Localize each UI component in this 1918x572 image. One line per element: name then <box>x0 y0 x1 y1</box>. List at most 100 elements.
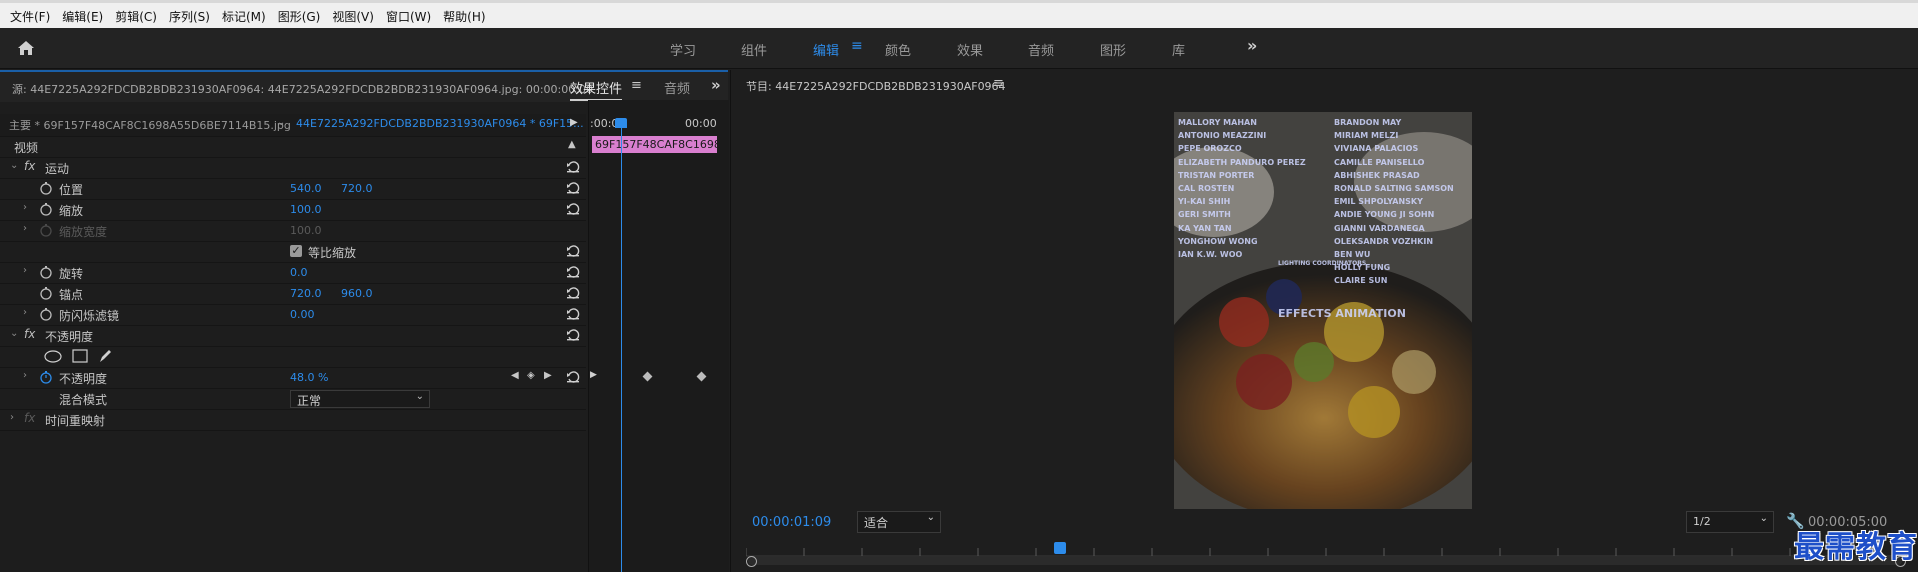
credit-name: CAMILLE PANISELLO <box>1334 157 1425 167</box>
menu-item[interactable]: 编辑(E) <box>56 8 109 25</box>
add-keyframe-icon[interactable]: ◈ <box>527 370 535 381</box>
position-x-value[interactable]: 540.0 <box>290 182 322 195</box>
anti-flicker-row: › 防闪烁滤镜 0.00 <box>0 304 586 326</box>
master-clip-label[interactable]: 主要 * 69F157F48CAF8C1698A55D6BE7114B15.jp… <box>9 117 291 133</box>
anchor-x-value[interactable]: 720.0 <box>290 287 322 300</box>
position-y-value[interactable]: 720.0 <box>341 182 373 195</box>
pen-mask-icon[interactable] <box>98 348 113 364</box>
tab-effect-controls[interactable]: 效果控件 <box>570 78 623 101</box>
chevron-down-icon[interactable]: ⌄ <box>277 117 285 128</box>
fx-icon[interactable]: fx <box>24 159 35 173</box>
fit-value: 适合 <box>864 516 889 530</box>
chevron-right-icon[interactable]: › <box>10 412 14 423</box>
reset-icon[interactable] <box>566 370 580 384</box>
keyframe-start-icon[interactable]: ▶ <box>590 370 597 380</box>
workspace-more-icon[interactable]: » <box>1247 36 1257 55</box>
stopwatch-icon[interactable] <box>39 202 53 216</box>
stopwatch-icon[interactable] <box>39 181 53 195</box>
workspace-tab-learn[interactable]: 学习 <box>670 40 696 59</box>
menu-item[interactable]: 序列(S) <box>163 8 216 25</box>
chevron-right-icon[interactable]: › <box>23 370 27 381</box>
opacity-value[interactable]: 48.0 % <box>290 371 328 384</box>
time-remap-label: 时间重映射 <box>45 414 106 428</box>
panel-more-icon[interactable]: » <box>711 76 721 94</box>
workspace-tab-color[interactable]: 颜色 <box>885 40 911 59</box>
menu-item[interactable]: 图形(G) <box>272 8 327 25</box>
blend-mode-row: 混合模式 正常 ⌄ <box>0 388 586 410</box>
stopwatch-icon <box>40 224 52 237</box>
reset-icon[interactable] <box>566 307 580 321</box>
credit-name: MALLORY MAHAN <box>1178 118 1257 127</box>
program-video-frame[interactable]: MALLORY MAHAN ANTONIO MEAZZINI PEPE OROZCO… <box>1174 112 1472 509</box>
menu-item[interactable]: 窗口(W) <box>380 8 437 25</box>
next-keyframe-icon[interactable]: ▶ <box>544 370 552 381</box>
reset-icon[interactable] <box>566 265 580 279</box>
stopwatch-icon[interactable] <box>39 286 53 300</box>
reset-icon[interactable] <box>566 286 580 300</box>
motion-effect-row[interactable]: ⌄ fx 运动 <box>0 157 586 179</box>
chevron-right-icon[interactable]: › <box>23 202 27 213</box>
chevron-down-icon[interactable]: ⌄ <box>10 328 18 339</box>
reset-icon[interactable] <box>566 328 580 342</box>
reset-icon[interactable] <box>566 202 580 216</box>
fit-select[interactable]: 适合 ⌄ <box>857 511 941 533</box>
fx-icon: fx <box>24 411 36 425</box>
stopwatch-active-icon[interactable] <box>39 370 53 384</box>
chevron-down-icon[interactable]: ⌄ <box>10 160 18 171</box>
chevron-down-icon: ⌄ <box>926 512 935 523</box>
credit-name: IAN K.W. WOO <box>1178 250 1243 259</box>
uniform-scale-checkbox[interactable]: ✓ <box>290 245 302 257</box>
reset-icon[interactable] <box>566 181 580 195</box>
prev-keyframe-icon[interactable]: ◀ <box>511 370 519 381</box>
fx-icon[interactable]: fx <box>24 327 35 341</box>
resolution-value: 1/2 <box>1693 515 1711 528</box>
tab-audio-mixer[interactable]: 音频 <box>664 78 690 97</box>
sequence-clip-label[interactable]: 44E7225A292FDCDB2BDB231930AF0964 * 69F15… <box>296 117 584 130</box>
blend-mode-select[interactable]: 正常 ⌄ <box>290 390 430 408</box>
menu-item[interactable]: 文件(F) <box>4 8 56 25</box>
workspace-tab-assembly[interactable]: 组件 <box>741 40 767 59</box>
program-timecode[interactable]: 00:00:01:09 <box>752 515 831 530</box>
effect-controls-timeline[interactable] <box>588 100 729 572</box>
workspace-tab-libraries[interactable]: 库 <box>1172 40 1185 59</box>
stopwatch-icon[interactable] <box>39 265 53 279</box>
timeline-clip[interactable]: 69F157F48CAF8C1698A <box>592 136 717 153</box>
rectangle-mask-icon[interactable] <box>72 349 88 363</box>
time-remap-row[interactable]: › fx 时间重映射 <box>0 409 586 431</box>
scale-label: 缩放 <box>59 204 84 218</box>
chevron-right-icon[interactable]: › <box>23 265 27 276</box>
opacity-effect-row[interactable]: ⌄ fx 不透明度 <box>0 325 586 347</box>
workspace-tab-graphics[interactable]: 图形 <box>1100 40 1126 59</box>
menu-item[interactable]: 视图(V) <box>326 8 380 25</box>
program-scrollbar[interactable] <box>748 557 1902 565</box>
chevron-down-icon: ⌄ <box>1759 513 1768 524</box>
workspace-tab-effects[interactable]: 效果 <box>957 40 983 59</box>
anti-flicker-value[interactable]: 0.00 <box>290 308 315 321</box>
home-icon[interactable] <box>16 38 36 58</box>
reset-icon[interactable] <box>566 160 580 174</box>
collapse-up-icon[interactable]: ▲ <box>568 139 576 150</box>
video-section-row: 视频 ▲ <box>0 136 586 158</box>
stopwatch-icon[interactable] <box>39 307 53 321</box>
reset-icon[interactable] <box>566 244 580 258</box>
position-row: 位置 540.0 720.0 <box>0 178 586 200</box>
menu-item[interactable]: 标记(M) <box>216 8 272 25</box>
workspace-tab-editing[interactable]: 编辑 <box>813 40 839 59</box>
program-menu-icon[interactable]: ≡ <box>993 76 1004 91</box>
workspace-tab-audio[interactable]: 音频 <box>1028 40 1054 59</box>
play-only-icon[interactable]: ▶ <box>570 117 578 128</box>
menu-item[interactable]: 帮助(H) <box>437 8 491 25</box>
anchor-y-value[interactable]: 960.0 <box>341 287 373 300</box>
playhead-line <box>621 123 622 572</box>
menu-item[interactable]: 剪辑(C) <box>109 8 163 25</box>
ellipse-mask-icon[interactable] <box>44 350 62 363</box>
rotation-value[interactable]: 0.0 <box>290 266 308 279</box>
scale-value[interactable]: 100.0 <box>290 203 322 216</box>
program-time-ruler[interactable] <box>746 543 1906 557</box>
resolution-select[interactable]: 1/2 ⌄ <box>1686 511 1774 533</box>
workspace-menu-icon[interactable]: ≡ <box>851 38 863 54</box>
panel-menu-icon[interactable]: ≡ <box>631 78 642 93</box>
chevron-right-icon[interactable]: › <box>23 307 27 318</box>
program-playhead[interactable] <box>1054 542 1066 554</box>
scroll-start-handle[interactable] <box>746 556 757 567</box>
